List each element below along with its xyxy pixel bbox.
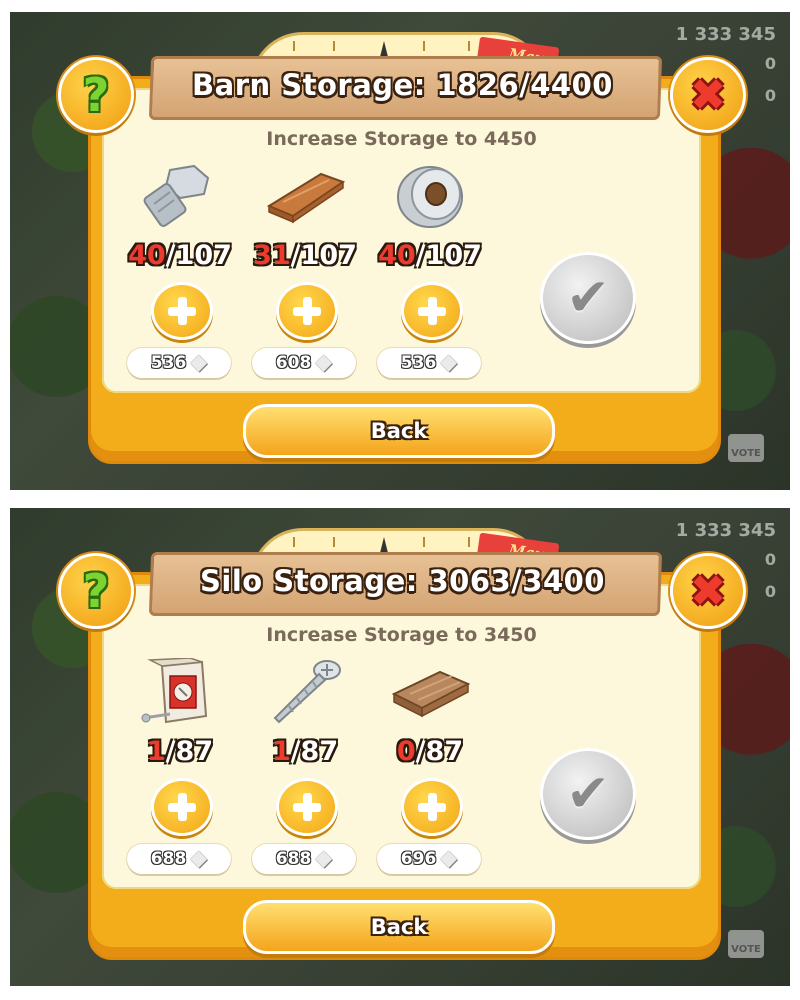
material-slot: 40/107 536 ◆: [365, 162, 495, 382]
material-count: 31/107: [253, 240, 357, 271]
back-button[interactable]: Back: [243, 404, 555, 458]
duct-tape-icon: [397, 166, 463, 228]
material-count: 40/107: [128, 240, 232, 271]
buy-material-button[interactable]: [401, 778, 463, 836]
question-mark-icon: ?: [82, 564, 110, 618]
material-count: 1/87: [146, 736, 214, 767]
diamond-icon: ◆: [190, 350, 208, 375]
checkmark-icon: ✔: [566, 268, 610, 328]
material-slot: 0/87 696 ◆: [365, 658, 495, 878]
gauge-needle: [380, 537, 388, 553]
bolt-icon: [143, 164, 210, 227]
coin-counter: 1 333 345: [675, 24, 776, 45]
material-slot: 31/107 608 ◆: [240, 162, 370, 382]
material-slot: 40/107 536 ◆: [115, 162, 245, 382]
confirm-upgrade-button[interactable]: ✔: [540, 748, 636, 840]
help-button[interactable]: ?: [58, 553, 134, 629]
diamond-icon: ◆: [315, 350, 333, 375]
panel-title: Barn Storage: 1826/4400: [192, 68, 613, 102]
diamond-price[interactable]: 696 ◆: [377, 844, 481, 874]
checkmark-icon: ✔: [566, 764, 610, 824]
buy-material-button[interactable]: [151, 778, 213, 836]
diamond-price[interactable]: 608 ◆: [252, 348, 356, 378]
diamond-icon: ◆: [190, 846, 208, 871]
material-count: 1/87: [271, 736, 339, 767]
panel-title: Silo Storage: 3063/3400: [200, 564, 605, 598]
coin-counter: 1 333 345: [675, 520, 776, 541]
material-count: 0/87: [396, 736, 464, 767]
diamond-price[interactable]: 688 ◆: [127, 844, 231, 874]
vote-button[interactable]: VOTE: [728, 930, 764, 958]
hud-value: 0: [764, 550, 776, 569]
vote-button[interactable]: VOTE: [728, 434, 764, 462]
hud-value: 0: [764, 582, 776, 601]
screw-icon: [273, 660, 341, 724]
barn-storage-panel: 1 333 345 0 0 VOTE Max Barn Storage: 182…: [10, 12, 790, 490]
buy-material-button[interactable]: [276, 282, 338, 340]
material-slot: 1/87 688 ◆: [115, 658, 245, 878]
buy-material-button[interactable]: [151, 282, 213, 340]
material-count: 40/107: [378, 240, 482, 271]
material-slot: 1/87 688 ◆: [240, 658, 370, 878]
diamond-price[interactable]: 536 ◆: [377, 348, 481, 378]
help-button[interactable]: ?: [58, 57, 134, 133]
diamond-icon: ◆: [440, 846, 458, 871]
confirm-upgrade-button[interactable]: ✔: [540, 252, 636, 344]
hud-value: 0: [764, 86, 776, 105]
wood-panel-icon: [391, 670, 470, 718]
diamond-icon: ◆: [315, 846, 333, 871]
buy-material-button[interactable]: [276, 778, 338, 836]
diamond-price[interactable]: 536 ◆: [127, 348, 231, 378]
diamond-icon: ◆: [440, 350, 458, 375]
silo-storage-panel: 1 333 345 0 0 VOTE Max Silo Storage: 306…: [10, 508, 790, 986]
hud-value: 0: [764, 54, 776, 73]
close-button[interactable]: ✖: [670, 553, 746, 629]
back-button[interactable]: Back: [243, 900, 555, 954]
close-button[interactable]: ✖: [670, 57, 746, 133]
buy-material-button[interactable]: [401, 282, 463, 340]
plank-icon: [266, 172, 345, 224]
upgrade-subtitle: Increase Storage to 4450: [266, 128, 537, 150]
gauge-needle: [380, 41, 388, 57]
upgrade-subtitle: Increase Storage to 3450: [266, 624, 537, 646]
question-mark-icon: ?: [82, 68, 110, 122]
nails-box-icon: [141, 658, 208, 724]
close-icon: ✖: [689, 69, 727, 121]
close-icon: ✖: [689, 565, 727, 617]
diamond-price[interactable]: 688 ◆: [252, 844, 356, 874]
